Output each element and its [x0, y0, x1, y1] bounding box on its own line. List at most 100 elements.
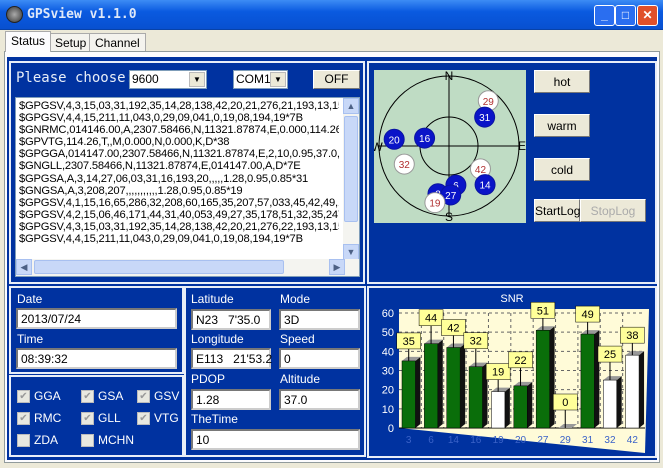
nmea-line: $GPGSV,4,2,15,06,46,171,44,31,40,053,49,…: [19, 208, 339, 221]
stop-log-button[interactable]: StopLog: [580, 199, 646, 222]
tab-setup[interactable]: Setup: [49, 33, 93, 51]
date-label: Date: [17, 292, 43, 306]
snr-bar: [625, 354, 640, 429]
satellite-id: 32: [399, 160, 411, 171]
compass-w: W: [374, 140, 383, 154]
warm-start-button[interactable]: warm: [534, 114, 590, 137]
snr-bar: [603, 379, 617, 429]
value-label: 42: [447, 323, 459, 335]
checkbox-gga[interactable]: ✔ GGA: [17, 389, 61, 403]
port-select[interactable]: COM1 ▼: [233, 70, 288, 89]
satellite-14: 14: [474, 174, 496, 196]
checkbox-box[interactable]: [17, 433, 30, 447]
snr-bar: [401, 360, 416, 429]
thetime-field[interactable]: 10: [191, 429, 360, 450]
pdop-field[interactable]: 1.28: [191, 389, 271, 410]
mode-field[interactable]: 3D: [279, 309, 360, 330]
y-tick-label: 60: [382, 308, 394, 320]
checkbox-mchn[interactable]: MCHN: [81, 433, 134, 447]
value-label: 51: [537, 305, 549, 317]
checkbox-box[interactable]: ✔: [17, 411, 30, 425]
bar-side: [527, 381, 533, 428]
nmea-line: $GPGGA,014147.00,2307.58466,N,11321.8787…: [19, 148, 339, 161]
nmea-line: $GPGSA,A,3,14,27,06,03,31,16,193,20,,,,,…: [19, 172, 309, 185]
checkbox-label: GSV: [154, 389, 180, 403]
horizontal-scrollbar[interactable]: ◀ ▶: [16, 259, 359, 276]
nmea-line: $GPGSV,4,3,15,03,31,192,35,14,28,138,42,…: [19, 220, 339, 233]
value-label: 0: [562, 397, 568, 409]
value-label: 49: [581, 309, 593, 321]
off-button[interactable]: OFF: [313, 70, 360, 89]
checkbox-gll[interactable]: ✔ GLL: [81, 411, 121, 425]
checkbox-vtg[interactable]: ✔ VTG: [137, 411, 179, 425]
x-tick-label: 14: [448, 435, 460, 446]
mode-label: Mode: [280, 292, 311, 306]
snr-bar: [424, 343, 439, 429]
checkbox-box[interactable]: ✔: [81, 411, 94, 425]
checkbox-label: VTG: [154, 411, 179, 425]
altitude-field[interactable]: 37.0: [279, 389, 360, 410]
speed-field[interactable]: 0: [279, 348, 360, 369]
snr-bar: [580, 333, 595, 429]
longitude-field[interactable]: E113 21'53.2: [191, 348, 272, 369]
scroll-up-icon[interactable]: ▲: [343, 98, 359, 114]
checkbox-gsv[interactable]: ✔ GSV: [137, 389, 179, 403]
nmea-line: $GPGSV,4,4,15,211,11,043,0,29,09,041,0,1…: [19, 112, 303, 125]
checkbox-box[interactable]: ✔: [81, 389, 94, 403]
altitude-label: Altitude: [280, 372, 321, 386]
scroll-right-icon[interactable]: ▶: [329, 259, 345, 275]
minimize-button[interactable]: _: [594, 5, 615, 26]
compass-n: N: [445, 70, 454, 83]
vertical-scroll-thumb[interactable]: [344, 116, 358, 222]
window-title: GPSview v1.1.0: [27, 7, 137, 22]
snr-bar: [513, 385, 528, 429]
vertical-scrollbar[interactable]: ▲ ▼: [343, 98, 359, 260]
latitude-field[interactable]: N23 7'35.0: [191, 309, 271, 330]
checkbox-label: GSA: [98, 389, 124, 403]
chevron-down-icon: ▼: [270, 72, 286, 87]
value-label: 44: [425, 313, 437, 325]
baud-value: 9600: [132, 72, 159, 86]
nmea-log[interactable]: $GPGSV,4,3,15,03,31,192,35,14,28,138,42,…: [15, 97, 360, 277]
date-field[interactable]: 2013/07/24: [16, 308, 177, 329]
start-log-button[interactable]: StartLog: [534, 199, 580, 222]
checkbox-box[interactable]: ✔: [137, 411, 150, 425]
checkbox-label: MCHN: [98, 433, 134, 447]
y-tick-label: 50: [382, 327, 394, 339]
y-tick-label: 30: [382, 366, 394, 378]
satellite-id: 14: [480, 181, 492, 192]
time-field[interactable]: 08:39:32: [16, 348, 177, 369]
checkbox-zda[interactable]: ZDA: [17, 433, 58, 447]
x-tick-label: 42: [627, 435, 639, 446]
tab-status[interactable]: Status: [5, 31, 52, 52]
choose-label: Please choose:: [16, 70, 135, 86]
checkbox-box[interactable]: [81, 433, 94, 447]
satellite-id: 27: [445, 191, 457, 202]
y-tick-label: 0: [388, 423, 394, 435]
checkbox-box[interactable]: ✔: [137, 389, 150, 403]
hot-start-button[interactable]: hot: [534, 70, 590, 93]
tab-channel[interactable]: Channel: [89, 33, 146, 51]
satellite-id: 31: [479, 113, 491, 124]
close-button[interactable]: ✕: [637, 5, 658, 26]
bar-side: [437, 339, 443, 428]
snr-bar: [468, 366, 483, 429]
baud-select[interactable]: 9600 ▼: [129, 70, 207, 89]
scroll-down-icon[interactable]: ▼: [343, 244, 359, 260]
checkbox-box[interactable]: ✔: [17, 389, 30, 403]
horizontal-scroll-thumb[interactable]: [34, 260, 284, 274]
bar-side: [415, 356, 421, 428]
satellite-20: 20: [383, 128, 405, 150]
checkbox-rmc[interactable]: ✔ RMC: [17, 411, 61, 425]
value-label: 38: [626, 330, 638, 342]
scroll-left-icon[interactable]: ◀: [16, 259, 32, 275]
nmea-line: $GNGSA,A,3,208,207,,,,,,,,,,,1.28,0.95,0…: [19, 184, 243, 197]
snr-chart: SNR 0 10 20 30 40 50 60 35 3 44 6 42 14 32 16 19 19 22 20 51…: [382, 293, 649, 453]
checkbox-gsa[interactable]: ✔ GSA: [81, 389, 123, 403]
x-tick-label: 32: [604, 435, 616, 446]
satellite-16: 16: [414, 127, 436, 149]
cold-start-button[interactable]: cold: [534, 158, 590, 181]
thetime-label: TheTime: [191, 412, 238, 426]
y-tick-label: 10: [382, 404, 394, 416]
maximize-button[interactable]: □: [615, 5, 636, 26]
